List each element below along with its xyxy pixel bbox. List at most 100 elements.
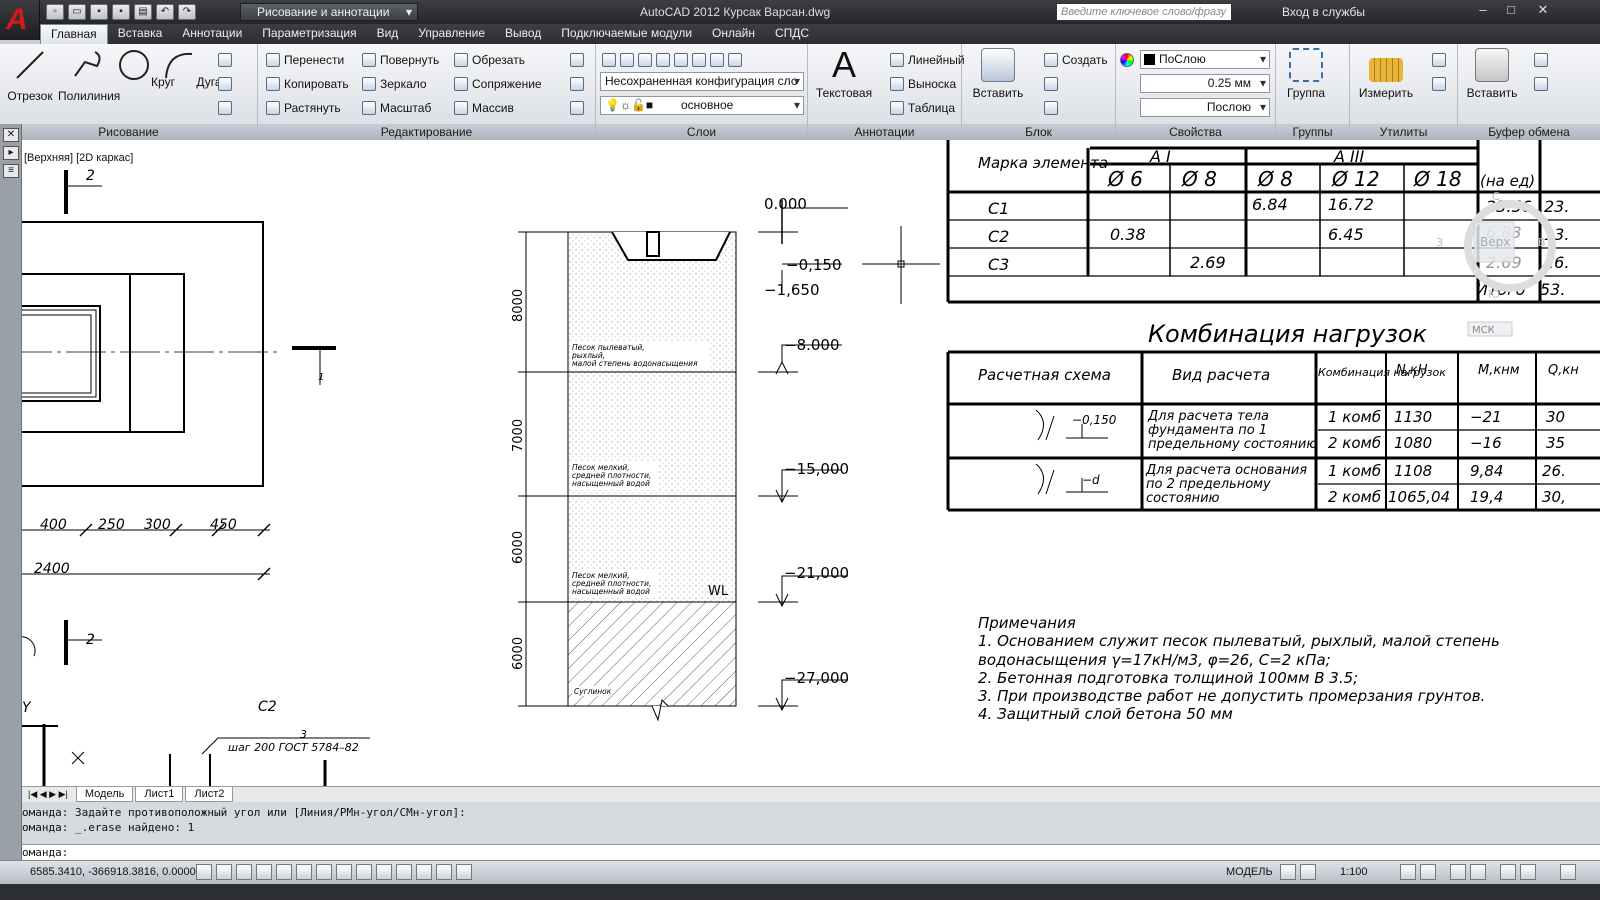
new-file-icon[interactable]: ▫ [46, 4, 64, 20]
layer-tools-row[interactable] [602, 50, 742, 70]
close-icon[interactable]: ✕ [1530, 2, 1556, 20]
save-as-icon[interactable]: ▪ [112, 4, 130, 20]
open-file-icon[interactable]: ▭ [68, 4, 86, 20]
ortho-icon[interactable] [256, 864, 272, 880]
polar-icon[interactable] [276, 864, 292, 880]
ducs-icon[interactable] [336, 864, 352, 880]
create-block-button[interactable]: Создать [1044, 50, 1108, 70]
layer-config-select[interactable]: Несохраненная конфигурация сло [600, 72, 804, 91]
annotation-monitor-icon[interactable] [456, 864, 472, 880]
tab-parametric[interactable]: Параметризация [252, 24, 366, 44]
panel-utilities-title[interactable]: Утилиты [1350, 124, 1457, 140]
offset-button[interactable] [570, 98, 584, 118]
minimize-icon[interactable]: – [1470, 2, 1496, 20]
hatch-button[interactable] [218, 74, 232, 94]
edit-block-button[interactable] [1044, 74, 1058, 94]
quick-properties-icon[interactable] [416, 864, 432, 880]
search-input[interactable]: Введите ключевое слово/фразу [1056, 3, 1232, 21]
fillet-button[interactable]: Сопряжение [454, 74, 542, 94]
copy-clip-button[interactable] [1534, 74, 1548, 94]
panel-annotation-title[interactable]: Аннотации [808, 124, 961, 140]
linetype-select[interactable]: Послою [1140, 98, 1270, 117]
application-menu-button[interactable]: A [0, 0, 40, 40]
array-button[interactable]: Массив [454, 98, 514, 118]
hardware-accel-icon[interactable] [1500, 864, 1516, 880]
tab-model[interactable]: Модель [75, 787, 134, 802]
undo-icon[interactable]: ↶ [156, 4, 174, 20]
panel-layers-title[interactable]: Слои [596, 124, 807, 140]
panel-draw-title[interactable]: Рисование [0, 124, 257, 140]
block-attributes-button[interactable] [1044, 98, 1058, 118]
command-input[interactable]: оманда: [22, 844, 1600, 860]
cut-button[interactable] [1534, 50, 1548, 70]
panel-groups-title[interactable]: Группы [1276, 124, 1349, 140]
tab-manage[interactable]: Управление [408, 24, 495, 44]
drawing-viewport[interactable]: 2 2 400 250 300 450 2400 С2 Y 3 шаг 200 … [22, 140, 1600, 786]
quick-view-layouts-icon[interactable] [1280, 864, 1296, 880]
mirror-button[interactable]: Зеркало [362, 74, 427, 94]
tab-insert[interactable]: Вставка [108, 24, 173, 44]
print-icon[interactable]: ▤ [134, 4, 152, 20]
quick-calc-button[interactable] [1432, 50, 1446, 70]
auto-scale-icon[interactable] [1420, 864, 1436, 880]
redo-icon[interactable]: ↷ [178, 4, 196, 20]
model-space-toggle[interactable]: МОДЕЛЬ [1226, 866, 1273, 878]
lineweight-icon[interactable] [376, 864, 392, 880]
selection-cycling-icon[interactable] [436, 864, 452, 880]
panel-block-title[interactable]: Блок [962, 124, 1115, 140]
leader-button[interactable]: Выноска [890, 74, 956, 94]
match-properties-button[interactable] [1120, 50, 1134, 70]
tab-output[interactable]: Вывод [495, 24, 551, 44]
lock-toolbars-icon[interactable] [1470, 864, 1486, 880]
color-select[interactable]: ПоСлою [1140, 50, 1270, 69]
tab-annotate[interactable]: Аннотации [172, 24, 252, 44]
tab-view[interactable]: Вид [367, 24, 409, 44]
scale-button[interactable]: Масштаб [362, 98, 431, 118]
snap-icon[interactable] [216, 864, 232, 880]
paste-button[interactable]: Вставить [1462, 48, 1522, 100]
tab-sheet2[interactable]: Лист2 [185, 787, 234, 802]
tab-home[interactable]: Главная [40, 24, 108, 44]
transparency-icon[interactable] [396, 864, 412, 880]
layout-nav-icon[interactable]: |◀ ◀ ▶ ▶| [22, 789, 74, 800]
tab-plugins[interactable]: Подключаемые модули [551, 24, 702, 44]
annotation-visibility-icon[interactable] [1400, 864, 1416, 880]
linear-dim-button[interactable]: Линейный [890, 50, 965, 70]
quick-view-drawings-icon[interactable] [1300, 864, 1316, 880]
rotate-button[interactable]: Повернуть [362, 50, 439, 70]
layer-select[interactable]: 💡☼🔓■ основное [600, 96, 804, 115]
tab-spds[interactable]: СПДС [765, 24, 819, 44]
region-button[interactable] [218, 98, 232, 118]
osnap-icon[interactable] [296, 864, 312, 880]
workspace-selector[interactable]: Рисование и аннотации [240, 3, 418, 21]
trim-button[interactable]: Обрезать [454, 50, 525, 70]
panel-properties-title[interactable]: Свойства [1116, 124, 1275, 140]
close-palette-icon[interactable]: ✕ [3, 128, 19, 142]
dyn-icon[interactable] [356, 864, 372, 880]
palette-options-icon[interactable]: ▸ [3, 146, 19, 160]
grid-icon[interactable] [236, 864, 252, 880]
save-icon[interactable]: ▪ [90, 4, 108, 20]
line-button[interactable]: Отрезок [0, 48, 60, 103]
polyline-button[interactable]: Полилиния [58, 48, 120, 103]
move-button[interactable]: Перенести [266, 50, 344, 70]
isolate-objects-icon[interactable] [1520, 864, 1536, 880]
measure-button[interactable]: Измерить [1356, 48, 1416, 100]
panel-clipboard-title[interactable]: Буфер обмена [1458, 124, 1600, 140]
rectangle-button[interactable] [218, 50, 232, 70]
infer-constraints-icon[interactable] [196, 864, 212, 880]
insert-block-button[interactable]: Вставить [968, 48, 1028, 100]
panel-modify-title[interactable]: Редактирование [258, 124, 595, 140]
tab-online[interactable]: Онлайн [702, 24, 765, 44]
erase-button[interactable] [570, 50, 584, 70]
maximize-icon[interactable]: □ [1498, 2, 1524, 20]
select-all-button[interactable] [1432, 74, 1446, 94]
palette-settings-icon[interactable]: ≡ [3, 164, 19, 178]
lineweight-select[interactable]: 0.25 мм [1140, 74, 1270, 93]
clean-screen-icon[interactable] [1560, 864, 1576, 880]
text-button[interactable]: A Текстовая [814, 47, 874, 101]
login-link[interactable]: Вход в службы [1282, 5, 1365, 19]
otrack-icon[interactable] [316, 864, 332, 880]
tab-sheet1[interactable]: Лист1 [135, 787, 184, 802]
arc-button[interactable]: Дуга [162, 48, 222, 89]
